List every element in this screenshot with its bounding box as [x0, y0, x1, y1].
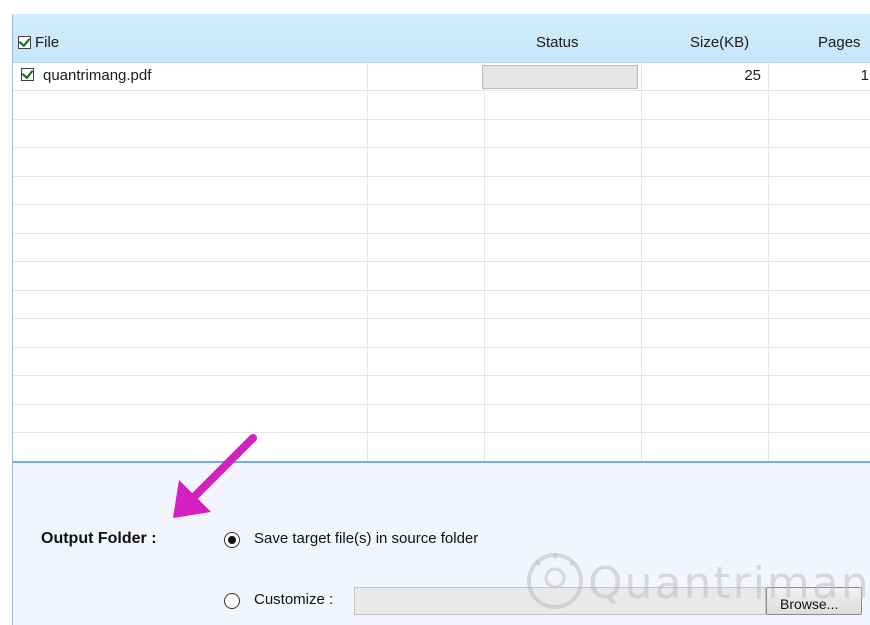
file-list-header: File Status Size(KB) Pages: [13, 14, 870, 63]
grid-line: [13, 432, 870, 433]
grid-line: [13, 90, 870, 91]
check-icon: [18, 34, 31, 48]
row-size: 25: [744, 67, 761, 84]
row-pages: 1: [860, 67, 869, 84]
column-header-status[interactable]: Status: [536, 34, 579, 51]
output-folder-label: Output Folder :: [41, 530, 157, 547]
grid-line: [13, 375, 870, 376]
grid-line: [13, 176, 870, 177]
radio-selected-dot: [228, 536, 236, 544]
row-status-progress: [482, 65, 638, 89]
grid-line: [13, 119, 870, 120]
column-header-pages[interactable]: Pages: [818, 34, 861, 51]
column-divider: [768, 62, 769, 461]
watermark-text: Quantrimang: [588, 558, 870, 609]
file-list: File Status Size(KB) Pages quantrimang.p…: [12, 14, 870, 461]
row-file-name: quantrimang.pdf: [43, 67, 152, 84]
grid-line: [13, 147, 870, 148]
column-header-size[interactable]: Size(KB): [690, 34, 749, 51]
check-icon: [21, 66, 34, 80]
grid-line: [13, 261, 870, 262]
radio-source-folder[interactable]: [224, 532, 240, 548]
window-top-strip: [0, 0, 870, 14]
radio-source-folder-label[interactable]: Save target file(s) in source folder: [254, 530, 478, 547]
grid-line: [13, 233, 870, 234]
grid-line: [13, 204, 870, 205]
radio-customize[interactable]: [224, 593, 240, 609]
file-list-grid: quantrimang.pdf 25 1: [13, 62, 870, 461]
grid-line: [13, 318, 870, 319]
grid-line: [13, 290, 870, 291]
column-divider: [484, 62, 485, 461]
column-header-file[interactable]: File: [35, 34, 59, 51]
column-divider: [367, 62, 368, 461]
column-divider: [641, 62, 642, 461]
grid-line: [13, 347, 870, 348]
grid-line: [13, 404, 870, 405]
annotation-arrow-icon: [173, 434, 257, 518]
radio-customize-label[interactable]: Customize :: [254, 591, 333, 608]
row-checkbox[interactable]: [21, 66, 34, 81]
select-all-checkbox[interactable]: [18, 34, 31, 49]
window-left-edge: [0, 14, 12, 625]
